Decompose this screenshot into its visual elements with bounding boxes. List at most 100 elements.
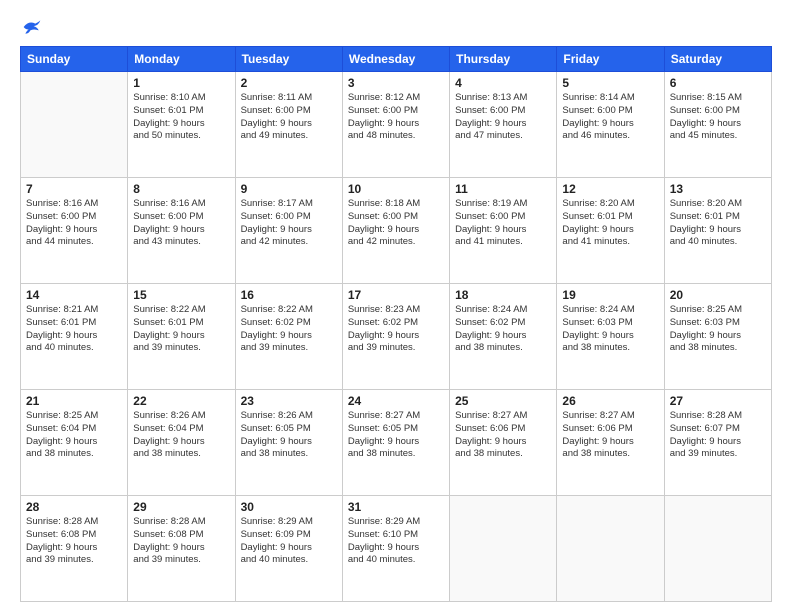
day-number: 30 bbox=[241, 500, 337, 514]
day-info: Sunrise: 8:27 AMSunset: 6:06 PMDaylight:… bbox=[455, 410, 551, 461]
day-cell: 9 Sunrise: 8:17 AMSunset: 6:00 PMDaylight… bbox=[235, 178, 342, 284]
day-cell: 8 Sunrise: 8:16 AMSunset: 6:00 PMDaylight… bbox=[128, 178, 235, 284]
day-cell: 11Sunrise: 8:19 AMSunset: 6:00 PMDayligh… bbox=[450, 178, 557, 284]
day-cell: 7 Sunrise: 8:16 AMSunset: 6:00 PMDaylight… bbox=[21, 178, 128, 284]
week-row-4: 21 Sunrise: 8:25 AMSunset: 6:04 PMDayligh… bbox=[21, 390, 772, 496]
day-cell: 30 Sunrise: 8:29 AMSunset: 6:09 PMDayligh… bbox=[235, 496, 342, 602]
day-cell: 3 Sunrise: 8:12 AMSunset: 6:00 PMDaylight… bbox=[342, 72, 449, 178]
day-cell: 15 Sunrise: 8:22 AMSunset: 6:01 PMDayligh… bbox=[128, 284, 235, 390]
day-cell: 27 Sunrise: 8:28 AMSunset: 6:07 PMDayligh… bbox=[664, 390, 771, 496]
day-number: 7 bbox=[26, 182, 122, 196]
day-number: 8 bbox=[133, 182, 229, 196]
day-cell: 14Sunrise: 8:21 AMSunset: 6:01 PMDayligh… bbox=[21, 284, 128, 390]
day-cell: 2Sunrise: 8:11 AMSunset: 6:00 PMDaylight… bbox=[235, 72, 342, 178]
day-number: 29 bbox=[133, 500, 229, 514]
day-info: Sunrise: 8:10 AMSunset: 6:01 PMDaylight:… bbox=[133, 92, 229, 143]
day-number: 18 bbox=[455, 288, 551, 302]
day-number: 24 bbox=[348, 394, 444, 408]
calendar-table: SundayMondayTuesdayWednesdayThursdayFrid… bbox=[20, 46, 772, 602]
logo-bird-icon bbox=[22, 18, 42, 36]
day-number: 3 bbox=[348, 76, 444, 90]
day-info: Sunrise: 8:25 AMSunset: 6:04 PMDaylight:… bbox=[26, 410, 122, 461]
day-info: Sunrise: 8:28 AMSunset: 6:07 PMDaylight:… bbox=[670, 410, 766, 461]
day-info: Sunrise: 8:15 AMSunset: 6:00 PMDaylight:… bbox=[670, 92, 766, 143]
day-info: Sunrise: 8:27 AMSunset: 6:05 PMDaylight:… bbox=[348, 410, 444, 461]
week-row-5: 28 Sunrise: 8:28 AMSunset: 6:08 PMDayligh… bbox=[21, 496, 772, 602]
day-info: Sunrise: 8:28 AMSunset: 6:08 PMDaylight:… bbox=[133, 516, 229, 567]
day-number: 28 bbox=[26, 500, 122, 514]
day-cell: 23 Sunrise: 8:26 AMSunset: 6:05 PMDayligh… bbox=[235, 390, 342, 496]
day-cell bbox=[450, 496, 557, 602]
day-info: Sunrise: 8:16 AMSunset: 6:00 PMDaylight:… bbox=[133, 198, 229, 249]
day-info: Sunrise: 8:22 AMSunset: 6:02 PMDaylight:… bbox=[241, 304, 337, 355]
logo bbox=[20, 18, 42, 36]
day-number: 11 bbox=[455, 182, 551, 196]
day-cell bbox=[557, 496, 664, 602]
day-info: Sunrise: 8:18 AMSunset: 6:00 PMDaylight:… bbox=[348, 198, 444, 249]
day-number: 25 bbox=[455, 394, 551, 408]
day-number: 5 bbox=[562, 76, 658, 90]
day-number: 1 bbox=[133, 76, 229, 90]
day-number: 31 bbox=[348, 500, 444, 514]
day-number: 13 bbox=[670, 182, 766, 196]
day-number: 26 bbox=[562, 394, 658, 408]
day-info: Sunrise: 8:23 AMSunset: 6:02 PMDaylight:… bbox=[348, 304, 444, 355]
day-number: 2 bbox=[241, 76, 337, 90]
day-cell: 18 Sunrise: 8:24 AMSunset: 6:02 PMDayligh… bbox=[450, 284, 557, 390]
day-info: Sunrise: 8:24 AMSunset: 6:02 PMDaylight:… bbox=[455, 304, 551, 355]
day-number: 10 bbox=[348, 182, 444, 196]
day-info: Sunrise: 8:24 AMSunset: 6:03 PMDaylight:… bbox=[562, 304, 658, 355]
day-cell: 13 Sunrise: 8:20 AMSunset: 6:01 PMDayligh… bbox=[664, 178, 771, 284]
week-row-1: 1 Sunrise: 8:10 AMSunset: 6:01 PMDaylight… bbox=[21, 72, 772, 178]
weekday-header-thursday: Thursday bbox=[450, 47, 557, 72]
day-cell: 28 Sunrise: 8:28 AMSunset: 6:08 PMDayligh… bbox=[21, 496, 128, 602]
weekday-header-friday: Friday bbox=[557, 47, 664, 72]
day-cell: 25 Sunrise: 8:27 AMSunset: 6:06 PMDayligh… bbox=[450, 390, 557, 496]
day-cell: 16Sunrise: 8:22 AMSunset: 6:02 PMDayligh… bbox=[235, 284, 342, 390]
day-cell: 6 Sunrise: 8:15 AMSunset: 6:00 PMDaylight… bbox=[664, 72, 771, 178]
weekday-header-wednesday: Wednesday bbox=[342, 47, 449, 72]
day-number: 9 bbox=[241, 182, 337, 196]
day-info: Sunrise: 8:20 AMSunset: 6:01 PMDaylight:… bbox=[562, 198, 658, 249]
day-number: 19 bbox=[562, 288, 658, 302]
day-cell: 5 Sunrise: 8:14 AMSunset: 6:00 PMDaylight… bbox=[557, 72, 664, 178]
weekday-header-saturday: Saturday bbox=[664, 47, 771, 72]
page: SundayMondayTuesdayWednesdayThursdayFrid… bbox=[0, 0, 792, 612]
day-number: 23 bbox=[241, 394, 337, 408]
day-number: 4 bbox=[455, 76, 551, 90]
day-number: 6 bbox=[670, 76, 766, 90]
day-info: Sunrise: 8:17 AMSunset: 6:00 PMDaylight:… bbox=[241, 198, 337, 249]
day-cell bbox=[664, 496, 771, 602]
day-info: Sunrise: 8:26 AMSunset: 6:05 PMDaylight:… bbox=[241, 410, 337, 461]
day-number: 27 bbox=[670, 394, 766, 408]
day-info: Sunrise: 8:20 AMSunset: 6:01 PMDaylight:… bbox=[670, 198, 766, 249]
day-cell: 10 Sunrise: 8:18 AMSunset: 6:00 PMDayligh… bbox=[342, 178, 449, 284]
day-info: Sunrise: 8:22 AMSunset: 6:01 PMDaylight:… bbox=[133, 304, 229, 355]
header bbox=[20, 18, 772, 36]
day-cell: 12 Sunrise: 8:20 AMSunset: 6:01 PMDayligh… bbox=[557, 178, 664, 284]
weekday-header-tuesday: Tuesday bbox=[235, 47, 342, 72]
weekday-header-row: SundayMondayTuesdayWednesdayThursdayFrid… bbox=[21, 47, 772, 72]
day-info: Sunrise: 8:29 AMSunset: 6:09 PMDaylight:… bbox=[241, 516, 337, 567]
day-number: 12 bbox=[562, 182, 658, 196]
day-cell bbox=[21, 72, 128, 178]
day-cell: 26 Sunrise: 8:27 AMSunset: 6:06 PMDayligh… bbox=[557, 390, 664, 496]
day-info: Sunrise: 8:25 AMSunset: 6:03 PMDaylight:… bbox=[670, 304, 766, 355]
day-info: Sunrise: 8:27 AMSunset: 6:06 PMDaylight:… bbox=[562, 410, 658, 461]
day-number: 21 bbox=[26, 394, 122, 408]
day-info: Sunrise: 8:12 AMSunset: 6:00 PMDaylight:… bbox=[348, 92, 444, 143]
day-info: Sunrise: 8:13 AMSunset: 6:00 PMDaylight:… bbox=[455, 92, 551, 143]
day-cell: 1 Sunrise: 8:10 AMSunset: 6:01 PMDaylight… bbox=[128, 72, 235, 178]
day-number: 20 bbox=[670, 288, 766, 302]
weekday-header-monday: Monday bbox=[128, 47, 235, 72]
day-info: Sunrise: 8:14 AMSunset: 6:00 PMDaylight:… bbox=[562, 92, 658, 143]
day-info: Sunrise: 8:28 AMSunset: 6:08 PMDaylight:… bbox=[26, 516, 122, 567]
day-cell: 21 Sunrise: 8:25 AMSunset: 6:04 PMDayligh… bbox=[21, 390, 128, 496]
week-row-3: 14Sunrise: 8:21 AMSunset: 6:01 PMDayligh… bbox=[21, 284, 772, 390]
day-number: 22 bbox=[133, 394, 229, 408]
day-number: 17 bbox=[348, 288, 444, 302]
day-info: Sunrise: 8:16 AMSunset: 6:00 PMDaylight:… bbox=[26, 198, 122, 249]
day-number: 15 bbox=[133, 288, 229, 302]
day-cell: 17 Sunrise: 8:23 AMSunset: 6:02 PMDayligh… bbox=[342, 284, 449, 390]
day-info: Sunrise: 8:26 AMSunset: 6:04 PMDaylight:… bbox=[133, 410, 229, 461]
